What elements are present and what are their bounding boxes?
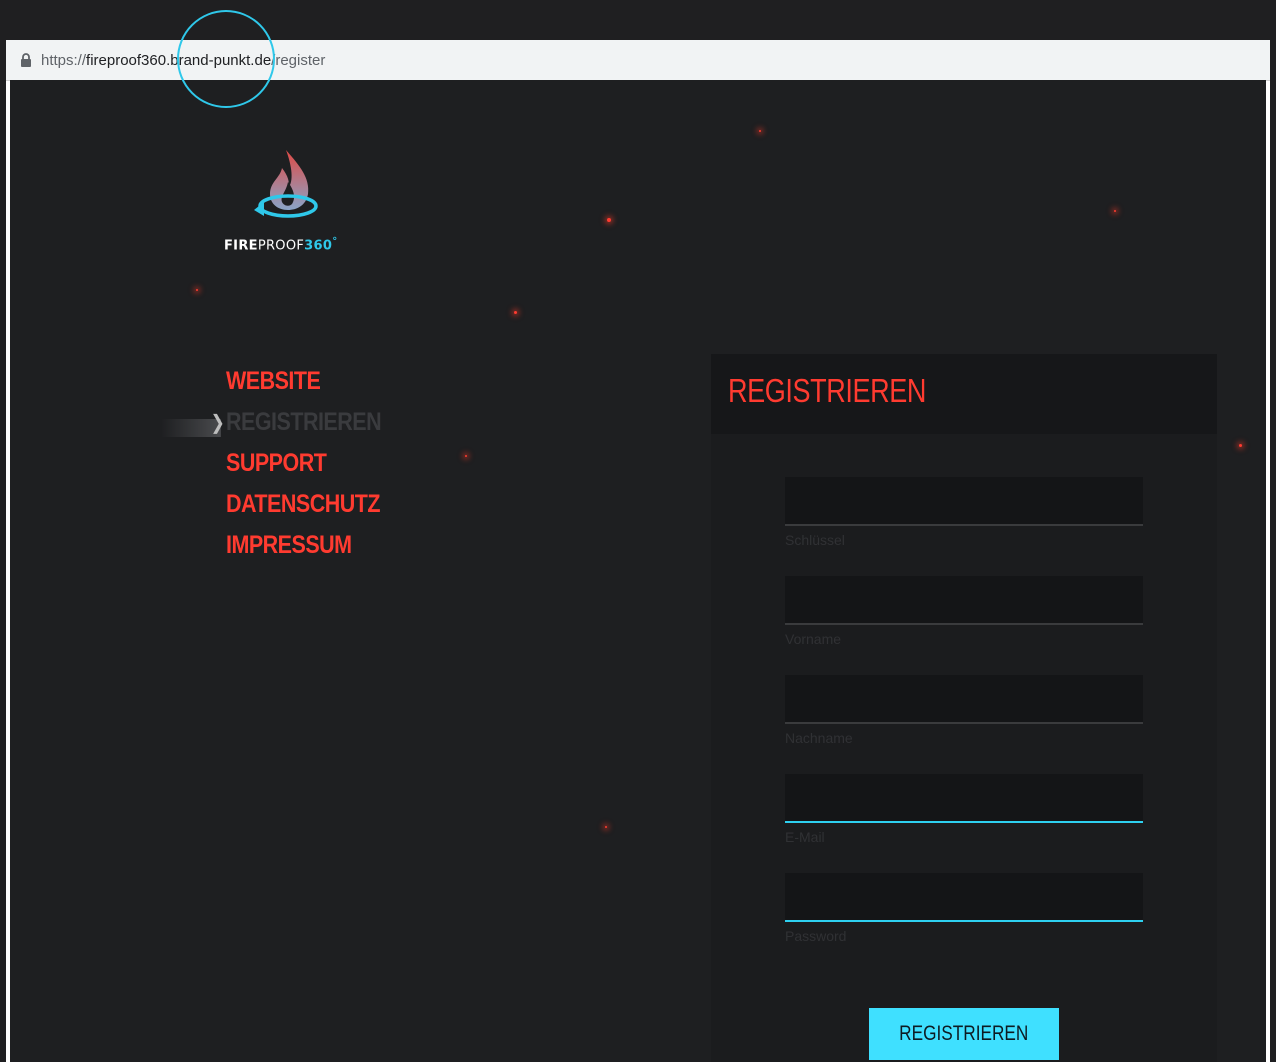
browser-window: https://fireproof360.brand-punkt.de/regi… <box>6 40 1270 1062</box>
address-bar[interactable]: https://fireproof360.brand-punkt.de/regi… <box>6 40 1270 81</box>
register-button[interactable]: REGISTRIEREN <box>869 1008 1059 1060</box>
logo-text-360: 360 <box>304 238 333 254</box>
panel-title: REGISTRIEREN <box>728 372 927 409</box>
fireproof-logo[interactable]: FIREPROOF360° <box>224 148 344 253</box>
schluessel-input-box <box>785 477 1143 526</box>
ember-particle <box>607 218 611 222</box>
logo-text-proof: PROOF <box>257 238 305 254</box>
main-nav: WEBSITE ❯ REGISTRIEREN SUPPORT DATENSCHU… <box>160 361 406 566</box>
field-nachname: Nachname <box>785 675 1143 746</box>
ember-particle <box>514 311 517 314</box>
page-viewport: FIREPROOF360° WEBSITE ❯ REGISTRIEREN SUP… <box>10 80 1266 1062</box>
nav-item-registrieren[interactable]: ❯ REGISTRIEREN <box>160 402 382 443</box>
url-scheme: https:// <box>41 51 87 69</box>
field-password: Password <box>785 873 1143 944</box>
ember-particle <box>759 130 761 132</box>
logo-text-mark: ° <box>332 236 338 247</box>
register-panel: REGISTRIEREN Schlüssel Vorname Nachname … <box>711 354 1217 1062</box>
ember-particle <box>1114 210 1116 212</box>
ember-particle <box>605 826 607 828</box>
nachname-label: Nachname <box>785 730 853 746</box>
nav-item-support[interactable]: SUPPORT <box>226 443 381 484</box>
register-button-label: REGISTRIEREN <box>899 1022 1029 1045</box>
url-host: fireproof360.brand-punkt.de <box>86 51 272 69</box>
nav-item-impressum[interactable]: IMPRESSUM <box>226 525 381 566</box>
email-input[interactable] <box>785 774 1143 821</box>
email-label: E-Mail <box>785 829 825 845</box>
field-email: E-Mail <box>785 774 1143 845</box>
schluessel-input[interactable] <box>785 477 1143 524</box>
nav-item-label: REGISTRIEREN <box>226 408 382 436</box>
vorname-input[interactable] <box>785 576 1143 623</box>
vorname-label: Vorname <box>785 631 842 647</box>
email-input-box <box>785 774 1143 823</box>
field-schluessel: Schlüssel <box>785 477 1143 548</box>
chevron-right-icon: ❯ <box>210 410 225 434</box>
nav-item-website[interactable]: WEBSITE <box>226 361 381 402</box>
nachname-input[interactable] <box>785 675 1143 722</box>
url-path: /register <box>271 51 326 69</box>
password-input-box <box>785 873 1143 922</box>
field-vorname: Vorname <box>785 576 1143 647</box>
logo-wordmark: FIREPROOF360° <box>224 236 338 253</box>
nachname-input-box <box>785 675 1143 724</box>
panel-header: REGISTRIEREN <box>711 354 1217 434</box>
password-input[interactable] <box>785 873 1143 920</box>
password-label: Password <box>785 928 847 944</box>
ember-particle <box>196 289 198 291</box>
ember-particle <box>465 455 467 457</box>
ember-particle <box>1239 444 1242 447</box>
flame-logo-icon <box>254 150 318 218</box>
nav-item-datenschutz[interactable]: DATENSCHUTZ <box>226 484 381 525</box>
lock-icon <box>19 52 33 68</box>
vorname-input-box <box>785 576 1143 625</box>
schluessel-label: Schlüssel <box>785 532 845 548</box>
logo-text-fire: FIRE <box>224 238 258 254</box>
url-text[interactable]: https://fireproof360.brand-punkt.de/regi… <box>41 52 325 69</box>
